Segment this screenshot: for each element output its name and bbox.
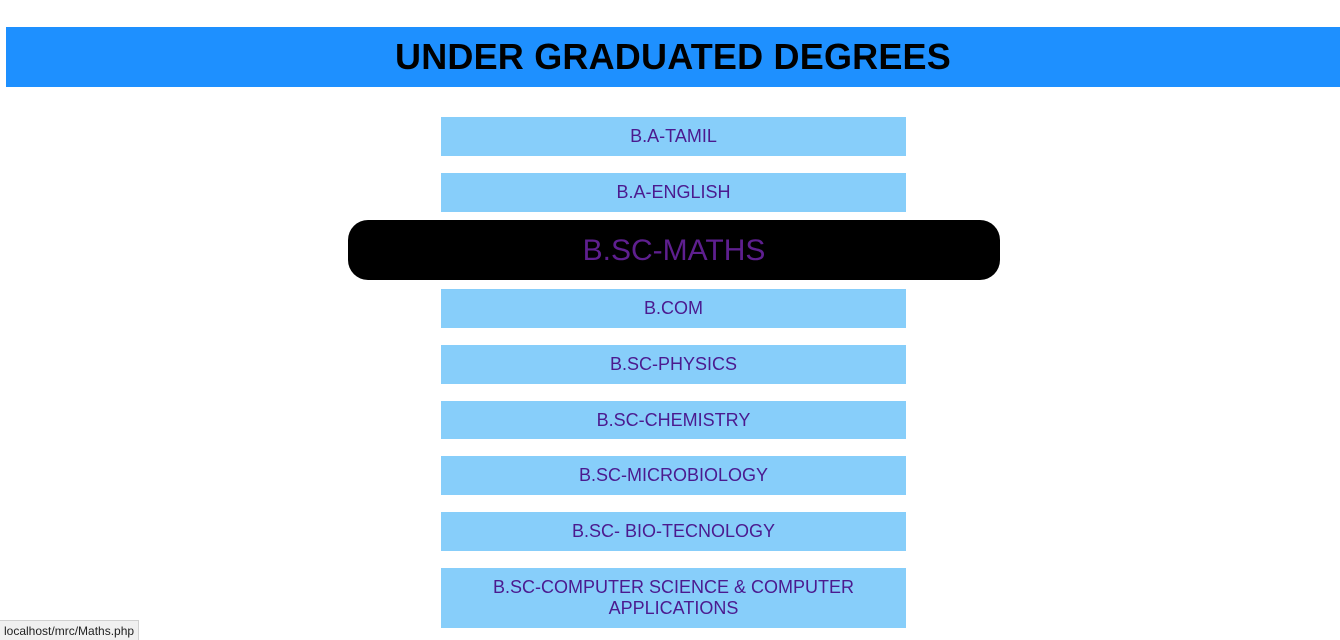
degree-link-ba-tamil[interactable]: B.A-TAMIL [441, 117, 906, 156]
degree-link-ba-english[interactable]: B.A-ENGLISH [441, 173, 906, 212]
degree-link-bsc-biotechnology[interactable]: B.SC- BIO-TECNOLOGY [441, 512, 906, 551]
page-title: UNDER GRADUATED DEGREES [395, 36, 951, 77]
browser-status-bar: localhost/mrc/Maths.php [0, 620, 140, 640]
degree-link-bsc-microbiology[interactable]: B.SC-MICROBIOLOGY [441, 456, 906, 495]
degree-link-bsc-chemistry[interactable]: B.SC-CHEMISTRY [441, 401, 906, 439]
degree-link-bcom[interactable]: B.COM [441, 289, 906, 328]
degree-link-bsc-computer-science[interactable]: B.SC-COMPUTER SCIENCE & COMPUTER APPLICA… [441, 568, 906, 628]
degree-link-bsc-physics[interactable]: B.SC-PHYSICS [441, 345, 906, 384]
page-header: UNDER GRADUATED DEGREES [6, 27, 1340, 87]
status-url: localhost/mrc/Maths.php [4, 623, 135, 638]
degree-link-bsc-maths[interactable]: B.SC-MATHS [348, 220, 1000, 280]
